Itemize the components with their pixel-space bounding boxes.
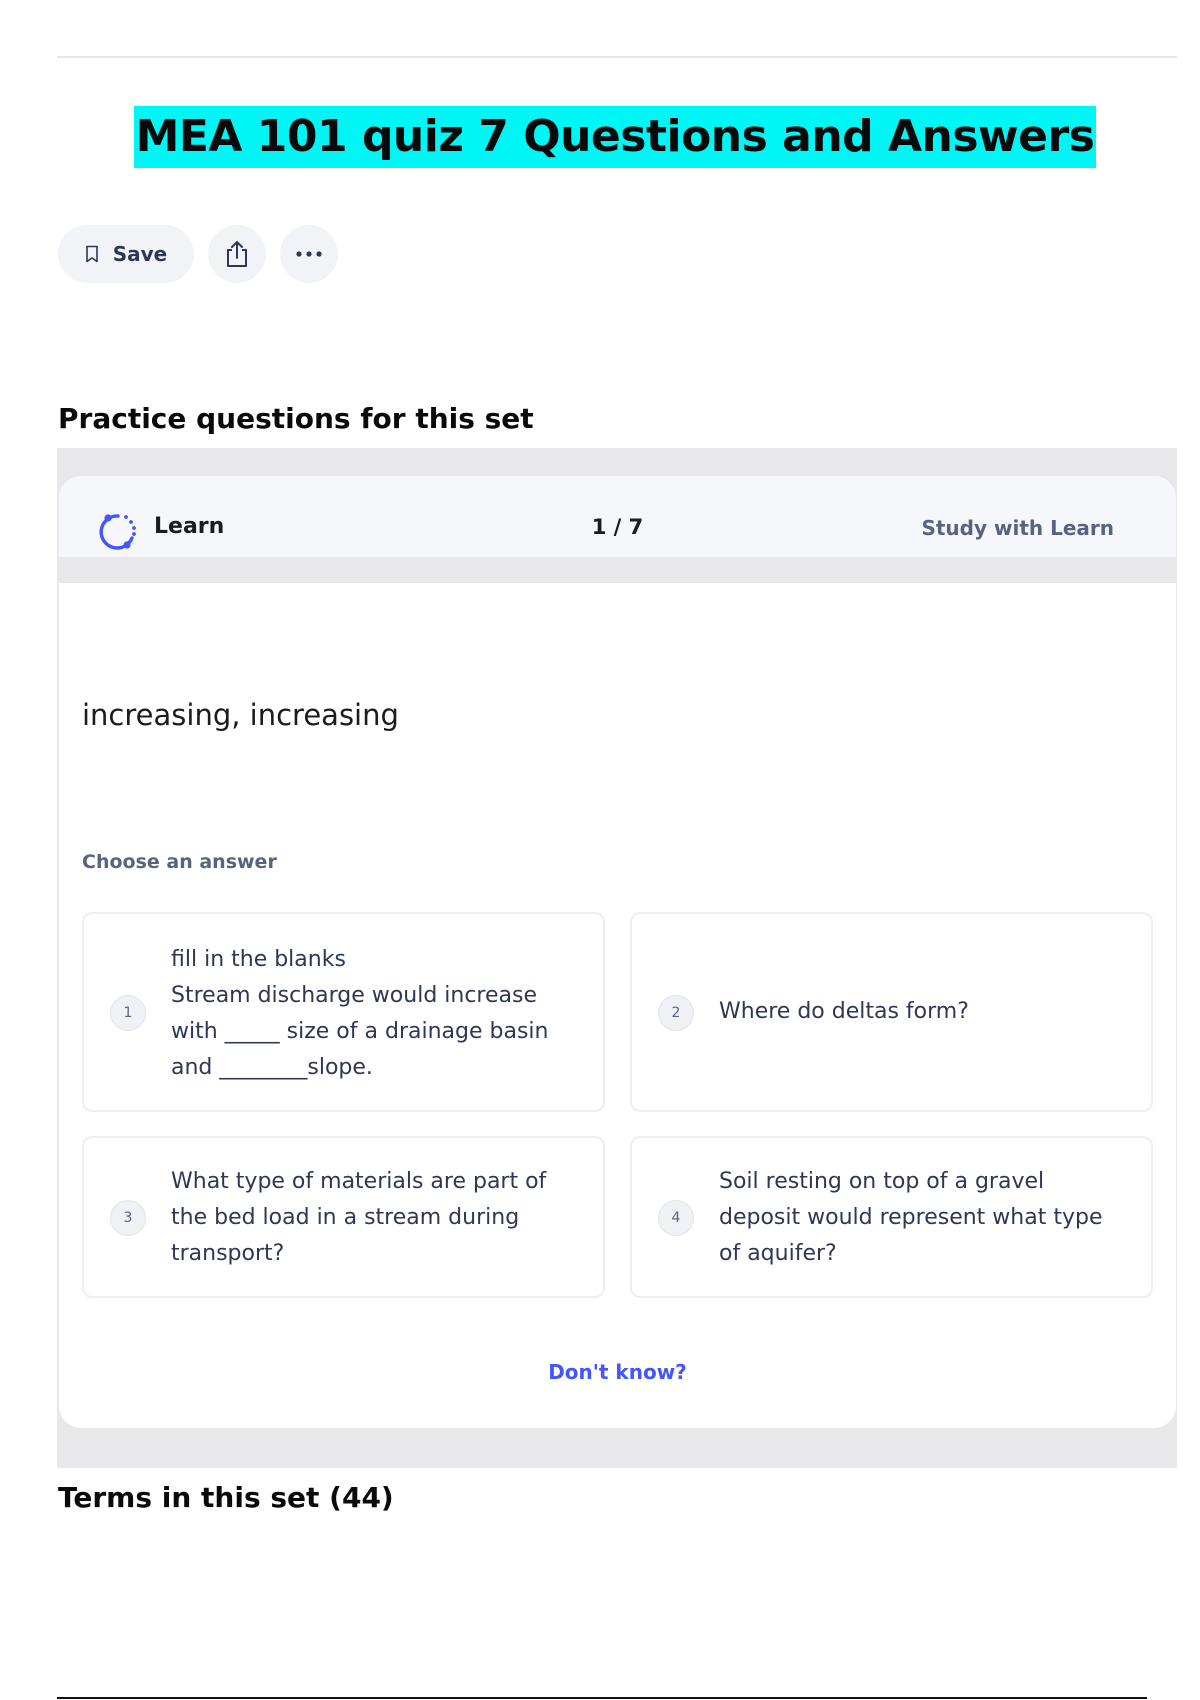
option-line: of aquifer? [719,1241,837,1266]
more-dots-icon [296,251,322,257]
more-button[interactable] [280,225,338,283]
learn-card: Learn 1 / 7 Study with Learn increasing,… [59,476,1176,1428]
option-text: Soil resting on top of a gravel deposit … [719,1164,1103,1272]
question-prompt: increasing, increasing [82,698,399,732]
option-line: and ________slope. [171,1055,373,1080]
option-number-badge: 1 [110,995,146,1031]
terms-heading: Terms in this set (44) [58,1481,394,1514]
top-divider [57,56,1177,58]
bottom-divider [57,1697,1147,1699]
option-line: transport? [171,1241,285,1266]
learn-card-header: Learn 1 / 7 Study with Learn [59,476,1176,557]
option-number-badge: 4 [658,1200,694,1236]
answer-option-2[interactable]: 2 Where do deltas form? [630,912,1153,1112]
option-line: the bed load in a stream during [171,1205,520,1230]
option-text: What type of materials are part of the b… [171,1164,546,1272]
option-line: with _____ size of a drainage basin [171,1019,549,1044]
option-line: deposit would represent what type [719,1205,1103,1230]
option-line: Soil resting on top of a gravel [719,1169,1045,1194]
option-line: What type of materials are part of [171,1169,547,1194]
page-title: MEA 101 quiz 7 Questions and Answers [133,106,1097,168]
title-container: MEA 101 quiz 7 Questions and Answers [0,106,1200,168]
share-button[interactable] [208,225,266,283]
option-number-badge: 2 [658,995,694,1031]
answer-option-1[interactable]: 1 fill in the blanks Stream discharge wo… [82,912,605,1112]
share-icon [227,241,247,267]
save-button[interactable]: Save [58,225,194,283]
bookmark-icon [85,245,98,263]
choose-answer-label: Choose an answer [82,851,277,873]
option-number-badge: 3 [110,1200,146,1236]
save-label: Save [112,242,168,266]
answer-option-4[interactable]: 4 Soil resting on top of a gravel deposi… [630,1136,1153,1298]
study-with-learn-link[interactable]: Study with Learn [921,516,1114,540]
option-line: Stream discharge would increase [171,983,537,1008]
practice-heading: Practice questions for this set [58,402,534,435]
option-text: Where do deltas form? [719,994,969,1030]
answer-option-3[interactable]: 3 What type of materials are part of the… [82,1136,605,1298]
dont-know-button[interactable]: Don't know? [59,1360,1176,1384]
header-divider [59,557,1176,583]
option-line: Where do deltas form? [719,999,969,1024]
option-text: fill in the blanks Stream discharge woul… [171,942,548,1086]
option-line: fill in the blanks [171,947,346,972]
